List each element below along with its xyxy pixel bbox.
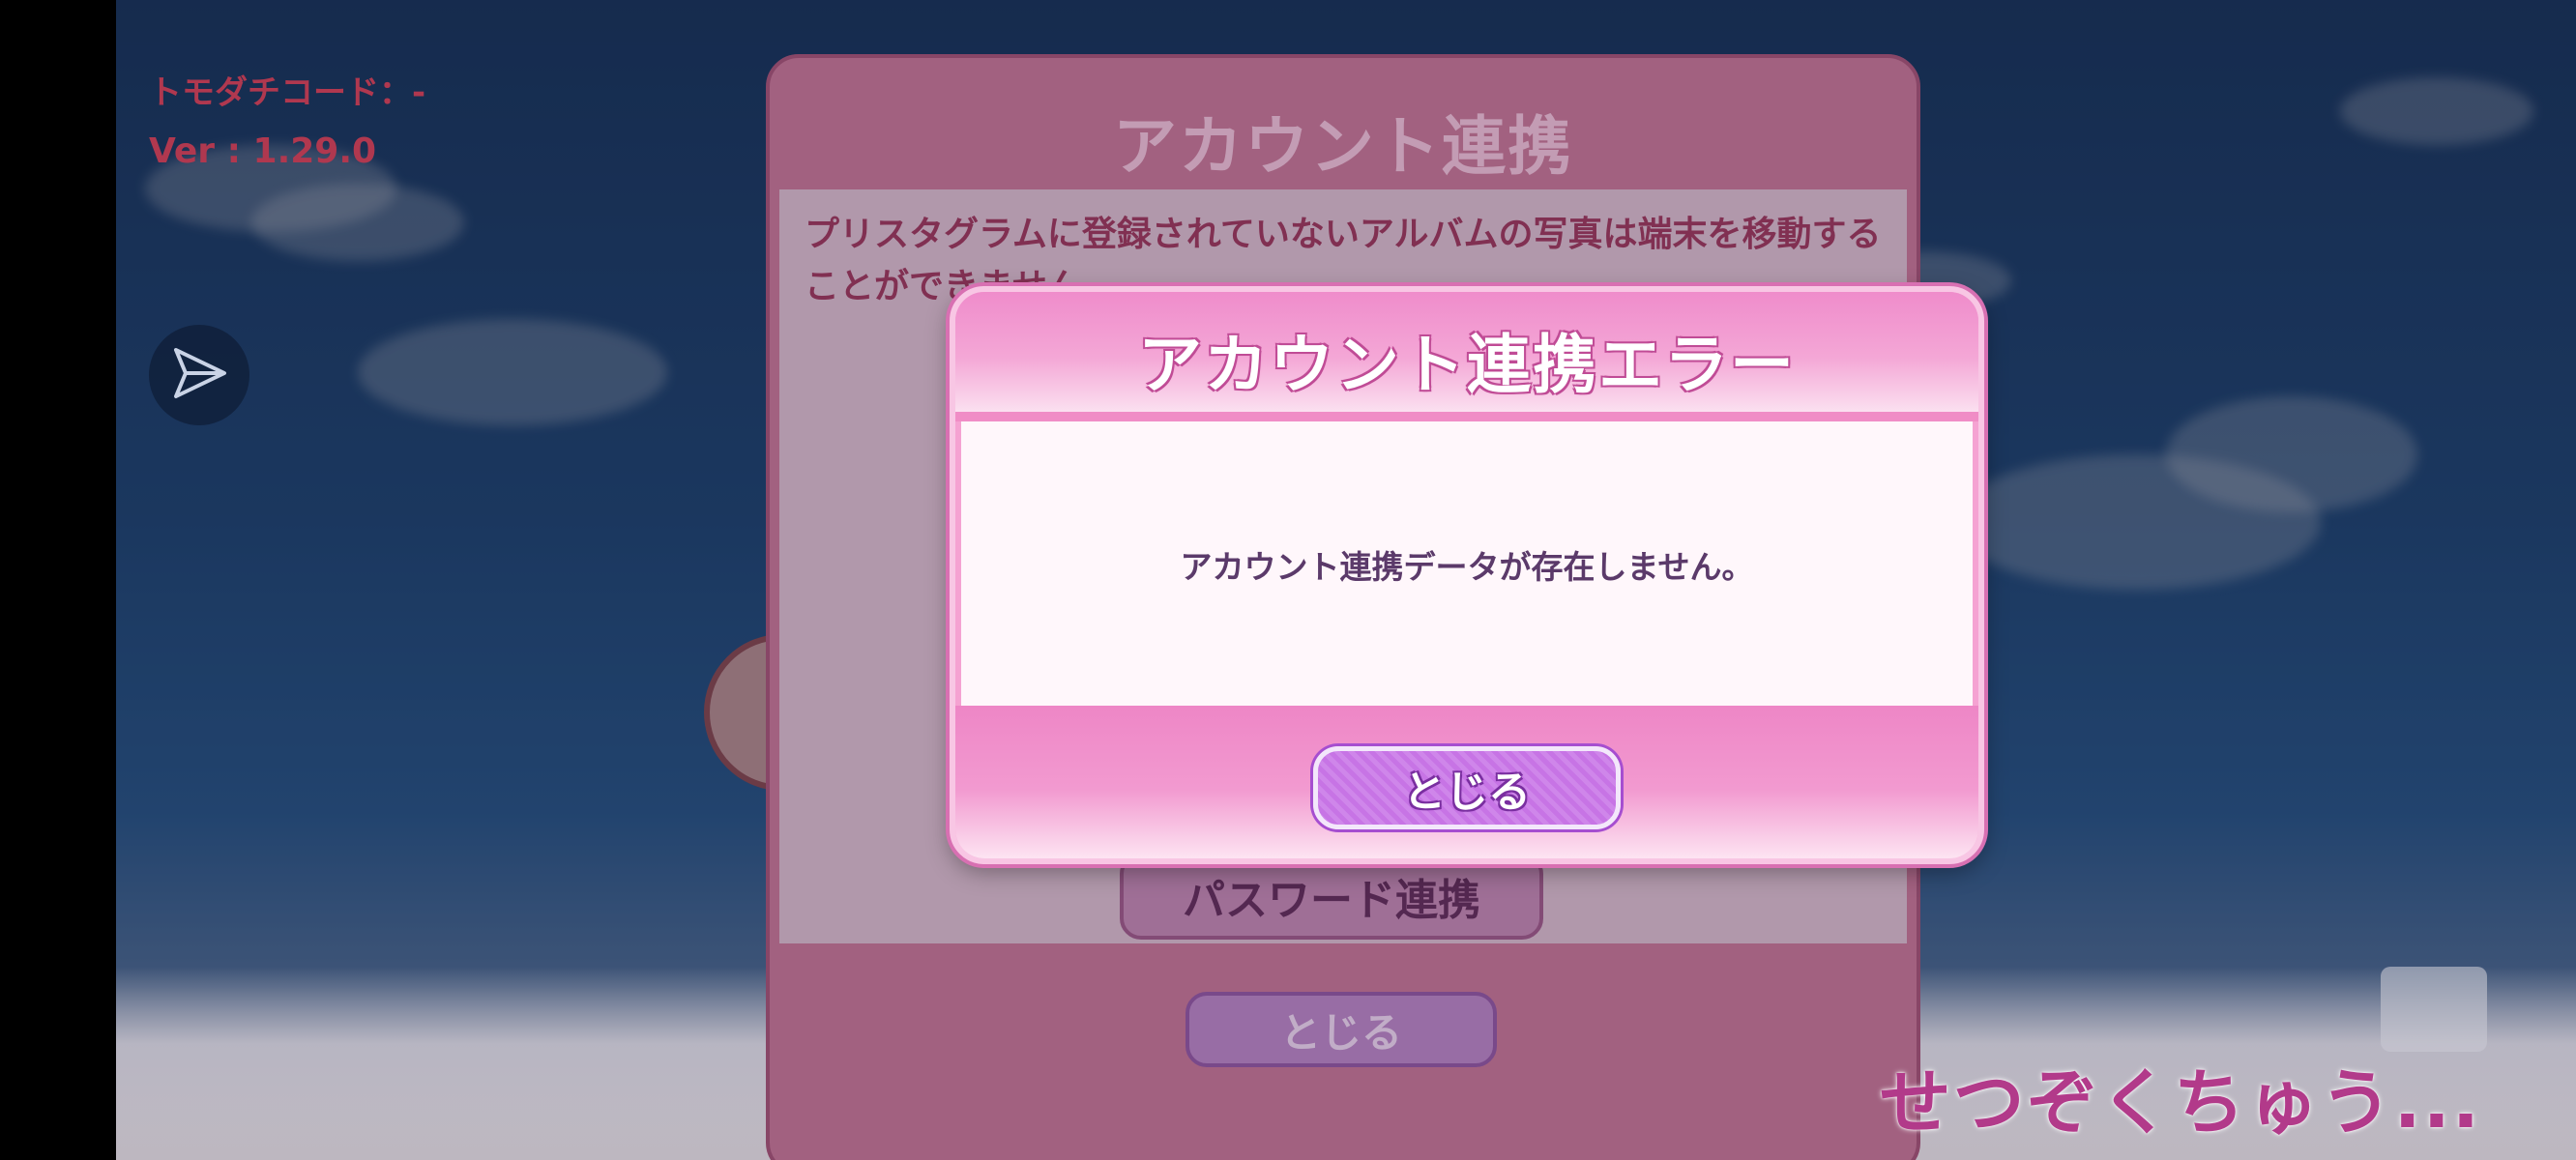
error-dialog-body: アカウント連携データが存在しません。 — [961, 421, 1973, 706]
left-black-bar — [0, 0, 116, 1160]
connecting-status: せつぞくちゅう... — [1879, 1061, 2481, 1145]
home-icon[interactable] — [2381, 967, 2487, 1052]
friend-code-label: トモダチコード：- — [149, 73, 426, 112]
paper-plane-icon — [168, 342, 230, 408]
error-message: アカウント連携データが存在しません。 — [1180, 548, 1754, 586]
game-screen: トモダチコード：- Ver : 1.29.0 アカウント連携 プリスタグラムに登… — [116, 0, 2576, 1160]
version-label: Ver : 1.29.0 — [149, 131, 377, 171]
divider — [955, 412, 1978, 421]
close-button[interactable]: とじる — [1313, 746, 1621, 829]
error-dialog-title: アカウント連携エラー — [1138, 328, 1796, 402]
share-button[interactable] — [149, 325, 249, 425]
account-link-error-dialog: アカウント連携エラー アカウント連携データが存在しません。 とじる — [950, 286, 1984, 864]
